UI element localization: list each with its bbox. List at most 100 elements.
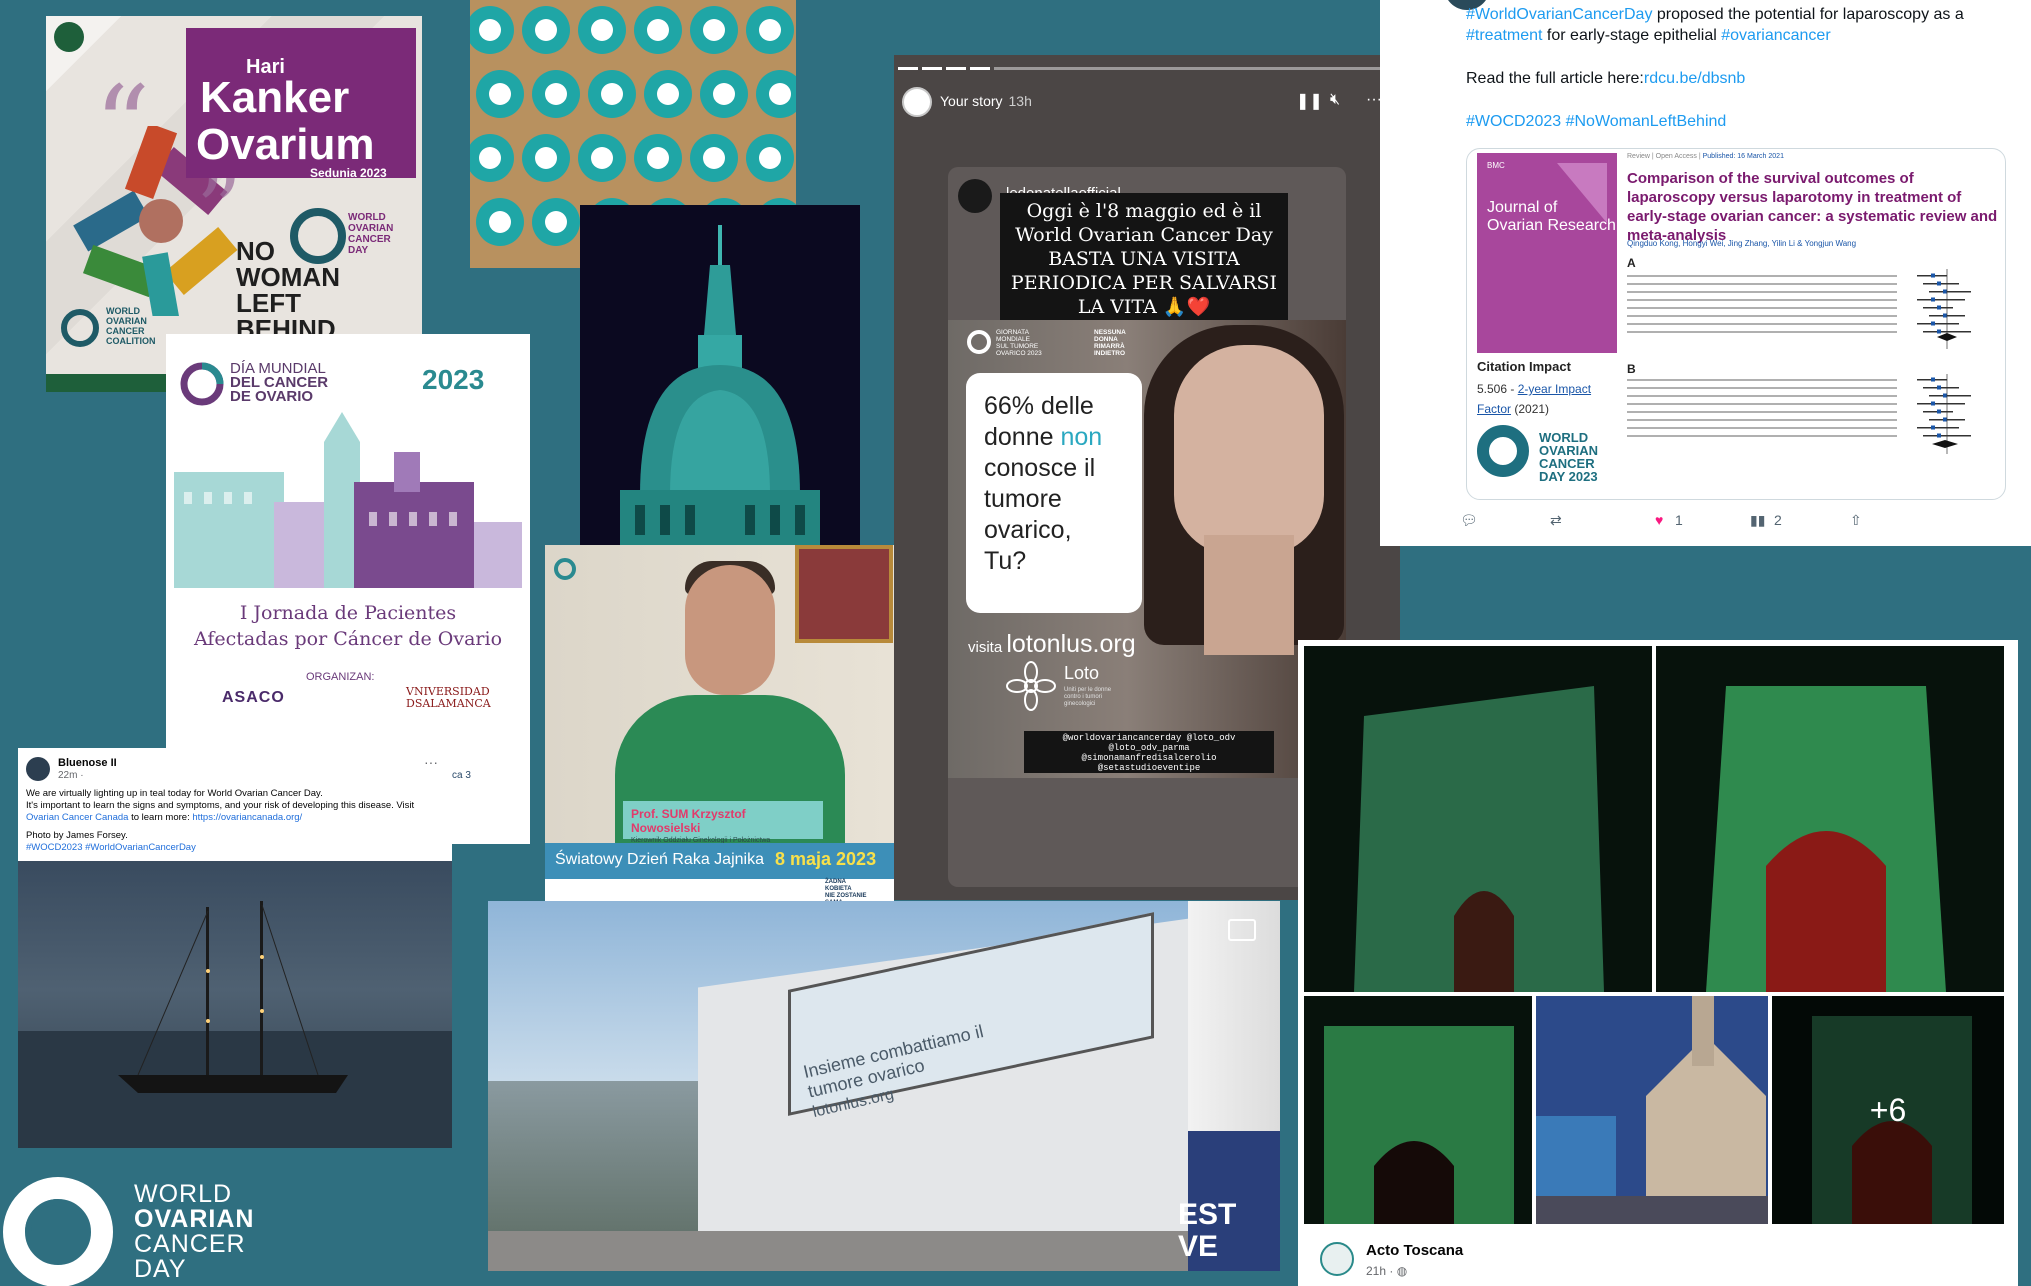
post-text-line1: We are virtually lighting up in teal tod… [26, 788, 323, 799]
citation-impact-label: Citation Impact [1477, 359, 1571, 374]
loto-logo-text: Loto [1064, 663, 1100, 683]
nessuna-label: NESSUNA DONNA RIMARRÀ INDIETRO [1094, 329, 1126, 357]
city-skyline-illustration [174, 412, 522, 588]
logo-line-ovarian: OVARIAN [134, 1205, 255, 1233]
article-preview-card[interactable]: BMC Journal of Ovarian Research Review |… [1466, 148, 2006, 500]
giornata-label: GIORNATA MONDIALE SUL TUMORE OVARICO 202… [996, 329, 1042, 357]
cupcake-topper-icon [647, 19, 669, 41]
article-link[interactable]: rdcu.be/dbsnb [1644, 70, 1745, 87]
forest-plot-row [1627, 411, 1897, 413]
forest-plot-ci [1917, 427, 1959, 429]
stat-card: 66% delle donne non conosce il tumore ov… [966, 373, 1142, 613]
zadna-kobieta-label: ŻADNA KOBIETA NIE ZOSTANIE SAMA [825, 879, 867, 901]
like-icon[interactable]: ♥ [1655, 512, 1663, 528]
story-mentions[interactable]: @worldovariancancerday @loto_odv @loto_o… [1024, 731, 1274, 773]
post-time: 21h · ◍ [1366, 1264, 1408, 1278]
story-owner[interactable]: Your story 13h [940, 93, 1032, 109]
mute-icon[interactable]: 🔇︎ [1330, 91, 1340, 109]
cupcake-topper-icon [759, 147, 781, 169]
story-text-box: Oggi è l'8 maggio ed è il World Ovarian … [1000, 193, 1288, 325]
pause-icon[interactable]: ❚❚ [1296, 91, 1323, 111]
views-count: 2 [1774, 512, 1782, 528]
cupcake-topper-icon [545, 83, 567, 105]
avatar[interactable] [26, 757, 50, 781]
bmc-logo: BMC [1487, 161, 1505, 170]
tweet: #WorldOvarianCancerDay proposed the pote… [1380, 0, 2031, 546]
forest-plot-point [1931, 297, 1935, 302]
cupcake-topper-icon [769, 83, 791, 105]
repost-user-avatar[interactable] [958, 179, 992, 213]
portrait-face [1174, 345, 1324, 555]
no-woman-left-behind: NO WOMAN LEFT BEHIND [236, 236, 340, 344]
forest-plot-row [1627, 435, 1897, 437]
forest-plot-point [1943, 393, 1947, 398]
video-swiatowy-dzien[interactable]: Prof. SUM Krzysztof Nowosielski Kierowni… [545, 545, 894, 901]
photo-tower-2[interactable] [1656, 646, 2004, 992]
ovariancanada-url-link[interactable]: https://ovariancanada.org/ [192, 812, 302, 823]
teal-dome-illustration [580, 205, 860, 545]
forest-plot-row [1627, 283, 1897, 285]
forest-plot-point [1931, 321, 1935, 326]
tweet-hashtags[interactable]: #WOCD2023 #NoWomanLeftBehind [1466, 111, 2006, 132]
post-hashtags[interactable]: #WOCD2023 #WorldOvarianCancerDay [26, 842, 446, 854]
post-author[interactable]: Bluenose II [58, 757, 117, 769]
logo-line-day: DAY [134, 1255, 187, 1283]
forest-plot-row [1627, 307, 1897, 309]
title-ovarium: Ovarium [196, 120, 375, 169]
article-title[interactable]: Comparison of the survival outcomes of l… [1627, 169, 2001, 245]
article-meta: Review | Open Access | Published: 16 Mar… [1627, 153, 1784, 160]
reply-icon[interactable]: 💬︎ [1460, 512, 1478, 529]
views-icon[interactable]: ▮▮ [1750, 512, 1765, 529]
svg-text:B: B [1627, 362, 1636, 376]
forest-plot-point [1937, 281, 1941, 286]
photo-tower-1[interactable] [1304, 646, 1652, 992]
logo-line-world: WORLD [134, 1180, 233, 1208]
wall-painting [795, 545, 893, 643]
share-icon[interactable]: ⇧ [1850, 512, 1862, 529]
cupcake-topper-icon [657, 83, 679, 105]
cupcake-topper-icon [713, 83, 735, 105]
coalition-logo-icon [61, 309, 99, 347]
doctor-face [685, 565, 775, 695]
church-illustration [1536, 996, 1768, 1224]
forest-plot-point [1943, 289, 1947, 294]
post-author[interactable]: Acto Toscana [1366, 1242, 1463, 1259]
cupcake-topper-icon [479, 19, 501, 41]
visita-url[interactable]: visita lotonlus.org [968, 630, 1136, 659]
road [488, 1231, 1280, 1271]
forest-plot-point [1931, 401, 1935, 406]
title-kanker: Kanker [200, 73, 350, 122]
retweet-icon[interactable]: ⇄ [1550, 512, 1562, 529]
hashtag-link[interactable]: #treatment [1466, 27, 1542, 44]
svg-text:A: A [1627, 256, 1636, 270]
more-options-icon[interactable]: ··· [424, 754, 438, 770]
forest-plot-point [1937, 305, 1941, 310]
cupcake-topper-icon [489, 83, 511, 105]
cupcake-topper-icon [545, 211, 567, 233]
gallery-icon[interactable] [1228, 919, 1256, 941]
loto-subtitle: Uniti per le donne contro i tumori ginec… [1064, 687, 1112, 707]
poster-year: 2023 [422, 364, 485, 395]
journal-title: Journal of Ovarian Research [1487, 199, 1616, 234]
hashtag-link[interactable]: #ovariancancer [1721, 27, 1830, 44]
story-progress-segment [898, 67, 918, 70]
jornada-title: I Jornada de Pacientes Afectadas por Cán… [193, 602, 503, 650]
story-progress-segment [946, 67, 966, 70]
ovarian-cancer-canada-link[interactable]: Ovarian Cancer Canada [26, 812, 128, 823]
hashtag-link[interactable]: #WorldOvarianCancerDay [1466, 6, 1652, 23]
photo-tower-3[interactable] [1304, 996, 1532, 1224]
quote-mark-left: “ [94, 62, 151, 190]
cupcake-topper-icon [759, 19, 781, 41]
globe-icon: ◍ [1396, 1264, 1408, 1278]
photo-church[interactable] [1536, 996, 1768, 1224]
forest-plot-row [1627, 403, 1897, 405]
photo-more[interactable]: +6 [1772, 996, 2004, 1224]
story-avatar[interactable] [902, 87, 932, 117]
avatar[interactable] [1320, 1242, 1354, 1276]
sailboat-illustration [18, 901, 452, 1148]
forest-plot-row [1627, 419, 1897, 421]
forest-plot-figure: A B [1627, 256, 1971, 454]
like-count: 1 [1675, 512, 1683, 528]
article-authors: Qingduo Kong, Hongyi Wei, Jing Zhang, Yi… [1627, 239, 1857, 248]
more-photos-count[interactable]: +6 [1772, 996, 2004, 1224]
